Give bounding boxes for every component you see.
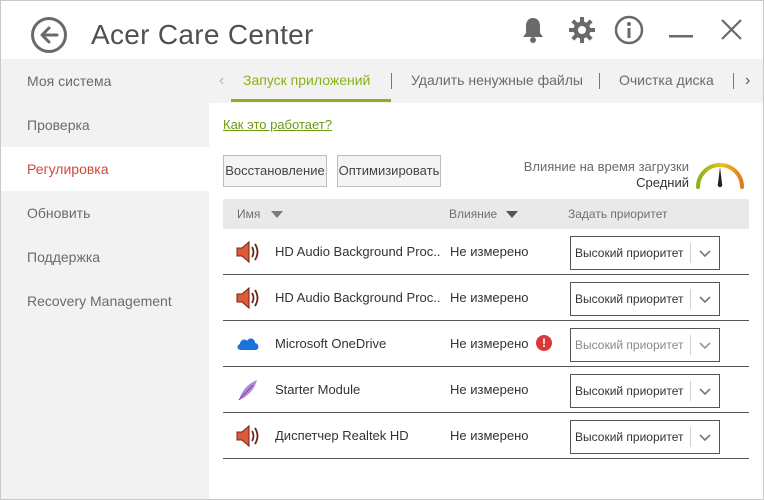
warning-icon: ! <box>536 335 552 351</box>
column-header-impact[interactable]: Влияние <box>449 207 497 221</box>
select-divider <box>690 335 691 355</box>
feather-icon <box>238 380 257 401</box>
priority-select-value: Высокий приоритет <box>575 338 684 352</box>
app-window: Acer Care Center Моя система Проверка Ре… <box>0 0 764 500</box>
table-row: HD Audio Background Proc.. Не измерено В… <box>223 275 749 321</box>
table-row: Microsoft OneDrive Не измерено ! Высокий… <box>223 321 749 367</box>
app-name: HD Audio Background Proc.. <box>275 244 441 259</box>
chevron-down-icon <box>699 342 711 350</box>
sidebar-item-recovery-management[interactable]: Recovery Management <box>1 279 209 323</box>
priority-select[interactable]: Высокий приоритет <box>570 420 720 454</box>
app-impact: Не измерено <box>450 382 529 397</box>
how-it-works-link[interactable]: Как это работает? <box>223 117 332 132</box>
app-name: Starter Module <box>275 382 361 397</box>
app-impact: Не измерено <box>450 290 529 305</box>
chevron-down-icon <box>699 250 711 258</box>
speaker-icon <box>236 286 259 310</box>
close-button[interactable] <box>717 15 747 45</box>
sidebar: Моя система Проверка Регулировка Обновит… <box>1 59 209 499</box>
tab-divider <box>733 73 734 89</box>
chevron-down-icon <box>699 296 711 304</box>
info-icon <box>614 15 644 45</box>
table-row: HD Audio Background Proc.. Не измерено В… <box>223 229 749 275</box>
tab-remove-junk-files[interactable]: Удалить ненужные файлы <box>411 72 583 88</box>
priority-select-value: Высокий приоритет <box>575 430 684 444</box>
bell-icon <box>523 18 543 43</box>
settings-button[interactable] <box>567 15 597 45</box>
tab-startup-apps[interactable]: Запуск приложений <box>243 72 370 88</box>
arrow-left-icon <box>40 26 59 44</box>
onedrive-cloud-icon <box>237 338 259 350</box>
table-header: Имя Влияние Задать приоритет <box>223 199 749 229</box>
tab-disk-cleanup[interactable]: Очистка диска <box>619 72 714 88</box>
active-tab-indicator <box>231 99 391 102</box>
app-title: Acer Care Center <box>91 19 314 50</box>
boot-impact-label: Влияние на время загрузки <box>523 159 689 174</box>
select-divider <box>690 381 691 401</box>
notifications-button[interactable] <box>519 15 549 45</box>
back-button[interactable] <box>31 17 67 53</box>
priority-select[interactable]: Высокий приоритет <box>570 282 720 316</box>
speaker-icon <box>236 240 259 264</box>
title-bar: Acer Care Center <box>1 1 763 61</box>
column-header-name[interactable]: Имя <box>237 207 260 221</box>
column-header-priority: Задать приоритет <box>568 207 668 221</box>
boot-impact-value: Средний <box>636 175 689 190</box>
app-name: Диспетчер Realtek HD <box>275 428 409 443</box>
app-name: Microsoft OneDrive <box>275 336 387 351</box>
chevron-down-icon <box>699 388 711 396</box>
table-row: Диспетчер Realtek HD Не измерено Высокий… <box>223 413 749 459</box>
main-panel: ‹ Запуск приложений Удалить ненужные фай… <box>209 59 763 499</box>
sort-down-icon[interactable] <box>506 211 518 218</box>
sidebar-item-my-system[interactable]: Моя система <box>1 59 209 103</box>
tab-divider <box>391 73 392 89</box>
tab-scroll-right-icon[interactable]: › <box>745 72 750 90</box>
sidebar-item-support[interactable]: Поддержка <box>1 235 209 279</box>
close-icon <box>721 19 742 40</box>
table-row: Starter Module Не измерено Высокий приор… <box>223 367 749 413</box>
restore-button[interactable]: Восстановление <box>223 155 327 187</box>
tab-scroll-left-icon[interactable]: ‹ <box>219 72 224 90</box>
optimize-button[interactable]: Оптимизировать <box>337 155 441 187</box>
minimize-icon <box>669 35 693 38</box>
sidebar-item-check[interactable]: Проверка <box>1 103 209 147</box>
tab-divider <box>599 73 600 89</box>
select-divider <box>690 289 691 309</box>
priority-select[interactable]: Высокий приоритет <box>570 328 720 362</box>
priority-select[interactable]: Высокий приоритет <box>570 374 720 408</box>
app-impact: Не измерено <box>450 428 529 443</box>
gear-icon <box>569 17 595 43</box>
sort-down-icon[interactable] <box>271 211 283 218</box>
info-button[interactable] <box>614 15 644 45</box>
chevron-down-icon <box>699 434 711 442</box>
tab-bar: ‹ Запуск приложений Удалить ненужные фай… <box>209 59 763 103</box>
priority-select[interactable]: Высокий приоритет <box>570 236 720 270</box>
sidebar-item-tuning[interactable]: Регулировка <box>1 147 209 191</box>
minimize-button[interactable] <box>667 15 697 45</box>
speaker-icon <box>236 424 259 448</box>
select-divider <box>690 243 691 263</box>
app-name: HD Audio Background Proc.. <box>275 290 441 305</box>
priority-select-value: Высокий приоритет <box>575 246 684 260</box>
boot-impact-gauge-icon <box>696 163 744 189</box>
app-impact: Не измерено <box>450 336 529 351</box>
priority-select-value: Высокий приоритет <box>575 384 684 398</box>
app-impact: Не измерено <box>450 244 529 259</box>
priority-select-value: Высокий приоритет <box>575 292 684 306</box>
select-divider <box>690 427 691 447</box>
sidebar-item-update[interactable]: Обновить <box>1 191 209 235</box>
